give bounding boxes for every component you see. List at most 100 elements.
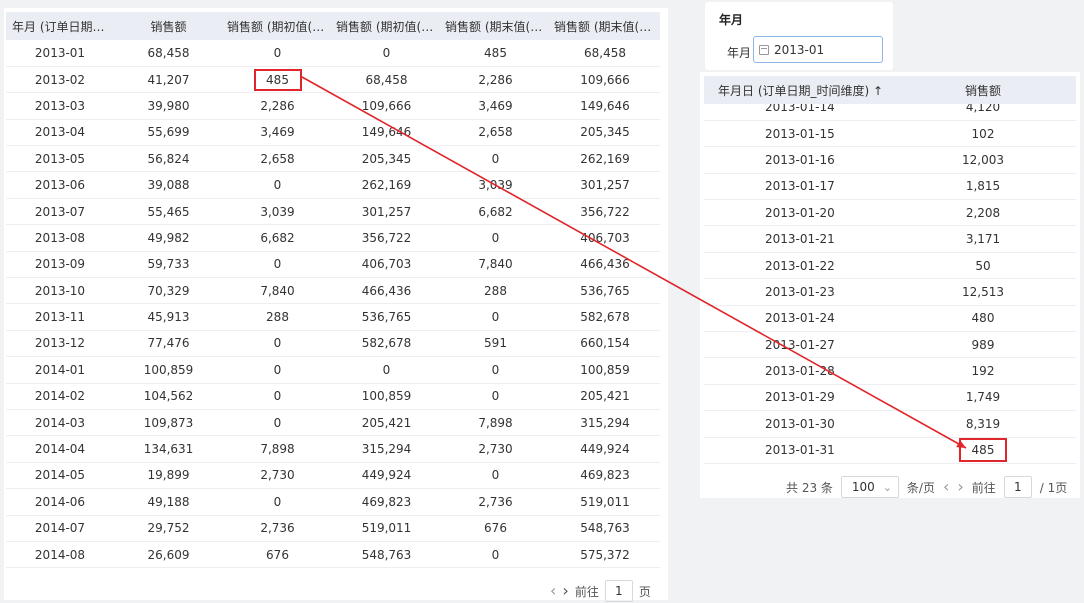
table-row[interactable]: 2013-10 70,329 7,840 466,436 288 536,765 xyxy=(6,277,660,305)
table-row[interactable]: 2013-01-28 192 xyxy=(704,357,1076,385)
table-row[interactable]: 2014-03 109,873 0 205,421 7,898 315,294 xyxy=(6,409,660,437)
value-cell: 536,765 xyxy=(550,277,660,305)
next-page-icon[interactable]: › xyxy=(562,583,568,599)
page-number-input[interactable]: 1 xyxy=(1003,476,1032,498)
value-cell: 6,682 xyxy=(441,198,550,226)
value-cell: 3,039 xyxy=(441,171,550,199)
value-cell: 109,873 xyxy=(114,409,223,437)
value-cell: 3,469 xyxy=(223,119,332,147)
month-cell: 2013-03 xyxy=(6,92,114,120)
value-cell: 2,658 xyxy=(223,145,332,173)
table-row[interactable]: 2014-06 49,188 0 469,823 2,736 519,011 xyxy=(6,488,660,516)
date-cell: 2013-01-27 xyxy=(704,331,890,359)
value-cell: 989 xyxy=(890,331,1076,359)
value-cell: 262,169 xyxy=(550,145,660,173)
table-row[interactable]: 2013-01-15 102 xyxy=(704,120,1076,148)
value-cell: 6,682 xyxy=(223,224,332,252)
table-row[interactable]: 2013-01-23 12,513 xyxy=(704,278,1076,306)
date-cell: 2013-01-29 xyxy=(704,384,890,412)
table-row[interactable]: 2013-01-24 480 xyxy=(704,305,1076,333)
table-row[interactable]: 2014-08 26,609 676 548,763 0 575,372 xyxy=(6,541,660,569)
right-table-panel: 年月日 (订单日期_时间维度) ↑ 销售额 2013-01-14 4,120 201… xyxy=(700,72,1080,498)
table-row[interactable]: 2013-07 55,465 3,039 301,257 6,682 356,722 xyxy=(6,198,660,226)
table-row[interactable]: 2013-01-17 1,815 xyxy=(704,173,1076,201)
table-row[interactable]: 2013-05 56,824 2,658 205,345 0 262,169 xyxy=(6,145,660,173)
value-cell: 449,924 xyxy=(332,462,441,490)
date-cell: 2013-01-14 xyxy=(704,104,890,121)
column-header-sales[interactable]: 销售额 xyxy=(114,12,223,40)
value-cell: 192 xyxy=(890,357,1076,385)
value-cell: 149,646 xyxy=(332,119,441,147)
prev-page-icon[interactable]: ‹ xyxy=(943,479,949,495)
date-cell: 2013-01-16 xyxy=(704,146,890,174)
column-header-month[interactable]: 年月 (订单日期_时... xyxy=(6,12,114,40)
date-cell: 2013-01-21 xyxy=(704,225,890,253)
value-cell: 0 xyxy=(223,171,332,199)
table-row[interactable]: 2013-01-29 1,749 xyxy=(704,384,1076,412)
date-cell: 2013-01-15 xyxy=(704,120,890,148)
table-row[interactable]: 2013-01-20 2,208 xyxy=(704,199,1076,227)
value-cell: 205,345 xyxy=(550,119,660,147)
next-page-icon[interactable]: › xyxy=(957,479,963,495)
table-row[interactable]: 2013-02 41,207 485 68,458 2,286 109,666 xyxy=(6,66,660,94)
table-row[interactable]: 2013-01-22 50 xyxy=(704,252,1076,280)
table-row[interactable]: 2013-01-30 8,319 xyxy=(704,410,1076,438)
month-picker-input[interactable]: 2013-01 xyxy=(753,36,883,63)
value-cell: 3,039 xyxy=(223,198,332,226)
daily-sales-scroll-area[interactable]: 2013-01-14 4,120 2013-01-15 102 2013-01-16 12… xyxy=(704,104,1076,466)
table-row[interactable]: 2014-02 104,562 0 100,859 0 205,421 xyxy=(6,383,660,410)
table-row[interactable]: 2013-01-31 485 xyxy=(704,437,1076,464)
table-row[interactable]: 2013-01-21 3,171 xyxy=(704,225,1076,253)
column-header-closing-period[interactable]: 销售额 (期末值(时... xyxy=(441,12,550,40)
value-cell: 109,666 xyxy=(332,92,441,120)
column-header-date[interactable]: 年月日 (订单日期_时间维度) ↑ xyxy=(704,76,890,104)
date-cell: 2013-01-30 xyxy=(704,410,890,438)
column-header-opening-period[interactable]: 销售额 (期初值(时... xyxy=(223,12,332,40)
page-size-select[interactable]: 100 ⌄ xyxy=(840,476,899,498)
value-cell: 0 xyxy=(332,40,441,67)
highlighted-value: 485 xyxy=(253,68,302,91)
page-number-input[interactable]: 1 xyxy=(604,580,633,602)
month-cell: 2013-11 xyxy=(6,303,114,331)
right-table-body: 2013-01-14 4,120 2013-01-15 102 2013-01-16 12… xyxy=(704,104,1076,464)
table-row[interactable]: 2014-07 29,752 2,736 519,011 676 548,763 xyxy=(6,515,660,542)
table-row[interactable]: 2013-11 45,913 288 536,765 0 582,678 xyxy=(6,303,660,331)
table-row[interactable]: 2013-04 55,699 3,469 149,646 2,658 205,345 xyxy=(6,119,660,147)
value-cell: 149,646 xyxy=(550,92,660,120)
table-row[interactable]: 2013-01-16 12,003 xyxy=(704,146,1076,174)
column-header-closing-cumulative[interactable]: 销售额 (期末值(累... xyxy=(550,12,660,40)
table-row[interactable]: 2013-09 59,733 0 406,703 7,840 466,436 xyxy=(6,251,660,279)
month-picker-value: 2013-01 xyxy=(774,42,825,57)
table-row[interactable]: 2014-01 100,859 0 0 0 100,859 xyxy=(6,356,660,384)
column-header-opening-cumulative[interactable]: 销售额 (期初值(累... xyxy=(332,12,441,40)
value-cell: 77,476 xyxy=(114,330,223,358)
left-table-panel: 年月 (订单日期_时... 销售额 销售额 (期初值(时... 销售额 (期初值… xyxy=(4,8,668,602)
value-cell: 0 xyxy=(441,383,550,410)
value-cell: 100,859 xyxy=(114,356,223,384)
table-row[interactable]: 2013-12 77,476 0 582,678 591 660,154 xyxy=(6,330,660,358)
table-row[interactable]: 2014-04 134,631 7,898 315,294 2,730 449,924 xyxy=(6,435,660,463)
value-cell: 39,088 xyxy=(114,171,223,199)
value-cell: 2,658 xyxy=(441,119,550,147)
value-cell: 582,678 xyxy=(332,330,441,358)
table-row[interactable]: 2013-08 49,982 6,682 356,722 0 406,703 xyxy=(6,224,660,252)
value-cell: 315,294 xyxy=(550,409,660,437)
left-pagination: ‹ › 前往 1 页 xyxy=(550,580,651,602)
daily-sales-table-wrap[interactable]: 年月日 (订单日期_时间维度) ↑ 销售额 2013-01-14 4,120 201… xyxy=(704,76,1076,466)
prev-page-icon[interactable]: ‹ xyxy=(550,583,556,599)
column-header-sales[interactable]: 销售额 xyxy=(890,76,1076,104)
table-row[interactable]: 2013-01-14 4,120 xyxy=(704,104,1076,121)
value-cell: 2,208 xyxy=(890,199,1076,227)
table-row[interactable]: 2014-05 19,899 2,730 449,924 0 469,823 xyxy=(6,462,660,490)
value-cell: 0 xyxy=(441,145,550,173)
value-cell: 406,703 xyxy=(332,251,441,279)
total-pages: / 1页 xyxy=(1039,480,1068,495)
filter-title: 年月 xyxy=(719,13,744,27)
value-cell: 102 xyxy=(890,120,1076,148)
table-row[interactable]: 2013-01 68,458 0 0 485 68,458 xyxy=(6,40,660,67)
table-row[interactable]: 2013-03 39,980 2,286 109,666 3,469 149,646 xyxy=(6,92,660,120)
month-cell: 2013-12 xyxy=(6,330,114,358)
value-cell: 2,736 xyxy=(223,515,332,542)
table-row[interactable]: 2013-01-27 989 xyxy=(704,331,1076,359)
table-row[interactable]: 2013-06 39,088 0 262,169 3,039 301,257 xyxy=(6,171,660,199)
